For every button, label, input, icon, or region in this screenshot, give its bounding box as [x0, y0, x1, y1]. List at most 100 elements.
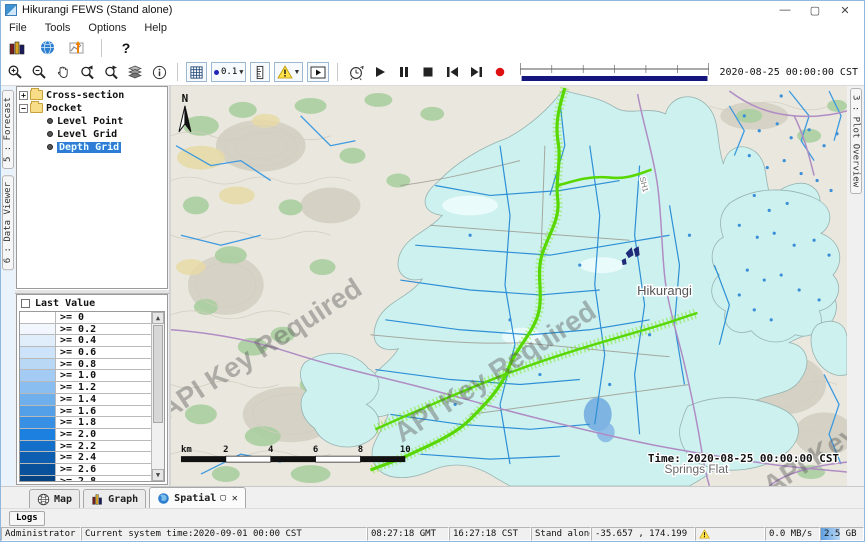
- status-coordinates: -35.657 , 174.199: [591, 527, 695, 541]
- tree-label-selected: Depth Grid: [57, 142, 121, 153]
- stop-button[interactable]: [418, 62, 438, 82]
- minimize-button[interactable]: —: [770, 4, 800, 16]
- menu-help[interactable]: Help: [144, 22, 167, 34]
- legend-row[interactable]: >= 2.0: [20, 429, 151, 441]
- collapse-icon[interactable]: −: [19, 104, 28, 113]
- legend-row[interactable]: >= 0.8: [20, 359, 151, 371]
- legend-label: >= 0.6: [56, 347, 96, 358]
- wire-globe-icon: [37, 493, 50, 506]
- tree-node-pocket[interactable]: − Pocket: [19, 102, 167, 114]
- tab-map[interactable]: Map: [29, 489, 80, 508]
- legend-swatch: [20, 417, 56, 428]
- map-globe-icon[interactable]: [37, 38, 57, 58]
- svg-text:4: 4: [268, 445, 273, 455]
- close-button[interactable]: ✕: [830, 4, 860, 17]
- animation-window-button[interactable]: [307, 62, 329, 82]
- scroll-down-icon[interactable]: ▼: [152, 469, 164, 481]
- maximize-button[interactable]: ▢: [800, 4, 830, 17]
- scroll-up-icon[interactable]: ▲: [152, 312, 164, 324]
- menu-options[interactable]: Options: [88, 22, 126, 34]
- legend-swatch: [20, 406, 56, 417]
- zoom-in-icon[interactable]: [5, 62, 25, 82]
- zoom-next-icon[interactable]: [101, 62, 121, 82]
- legend-label: >= 1.0: [56, 370, 96, 381]
- legend-swatch: [20, 382, 56, 393]
- legend-swatch: [20, 347, 56, 358]
- legend-row[interactable]: >= 0: [20, 312, 151, 324]
- tree-node-level-point[interactable]: Level Point: [45, 115, 167, 127]
- legend-row[interactable]: >= 2.4: [20, 452, 151, 464]
- legend-label: >= 0: [56, 312, 84, 323]
- svg-text:10: 10: [400, 445, 411, 455]
- threshold-dropdown[interactable]: 0.1▼: [211, 62, 246, 82]
- pan-hand-icon[interactable]: [53, 62, 73, 82]
- tab-forecast[interactable]: 5 : Forecast: [2, 90, 14, 169]
- tab-spatial[interactable]: Spatial ▢ ✕: [149, 487, 246, 508]
- pause-button[interactable]: [394, 62, 414, 82]
- svg-text:N: N: [182, 92, 189, 105]
- chevron-down-icon: ▼: [293, 69, 300, 76]
- menu-tools[interactable]: Tools: [45, 22, 71, 34]
- legend-swatch: [20, 359, 56, 370]
- tree-label: Level Point: [57, 116, 123, 127]
- help-button[interactable]: ?: [116, 38, 136, 58]
- legend-row[interactable]: >= 0.6: [20, 347, 151, 359]
- timeseries-icon[interactable]: [67, 38, 87, 58]
- legend-swatch: [20, 452, 56, 463]
- scale-ruler-button[interactable]: [250, 62, 270, 82]
- legend-row[interactable]: >= 0.2: [20, 324, 151, 336]
- legend-row[interactable]: >= 1.4: [20, 394, 151, 406]
- status-bar: Administrator Current system time:2020-0…: [1, 527, 864, 541]
- close-tab-icon[interactable]: ✕: [232, 493, 238, 504]
- step-back-button[interactable]: [442, 62, 462, 82]
- record-button[interactable]: [490, 62, 510, 82]
- tree-node-cross-section[interactable]: + Cross-section: [19, 89, 167, 101]
- tree-node-depth-grid[interactable]: Depth Grid: [45, 141, 167, 153]
- status-mode: Stand alone: [531, 527, 591, 541]
- legend-row[interactable]: >= 2.2: [20, 441, 151, 453]
- logs-button[interactable]: Logs: [9, 511, 45, 526]
- tab-data-viewer[interactable]: 6 : Data Viewer: [2, 175, 14, 270]
- tab-spatial-label: Spatial: [174, 493, 216, 504]
- map-toolbar: 0.1▼ ▼ 2020-08-25 00:00:00 CST: [1, 59, 864, 86]
- app-window: Hikurangi FEWS (Stand alone) — ▢ ✕ File …: [0, 0, 865, 542]
- warning-threshold-dropdown[interactable]: ▼: [274, 62, 303, 82]
- legend-scrollbar[interactable]: ▲ ▼: [151, 312, 164, 481]
- legend-row[interactable]: >= 2.6: [20, 464, 151, 476]
- scroll-thumb[interactable]: [153, 325, 163, 423]
- toolbar-separator: [101, 39, 102, 57]
- last-value-checkbox[interactable]: [21, 299, 30, 308]
- timer-settings-icon[interactable]: [346, 62, 366, 82]
- grid-display-button[interactable]: [186, 62, 207, 82]
- play-button[interactable]: [370, 62, 390, 82]
- expand-icon[interactable]: +: [19, 91, 28, 100]
- spatial-map[interactable]: API Key Required API Key Required API Ke…: [171, 86, 847, 486]
- legend-row[interactable]: >= 1.2: [20, 382, 151, 394]
- info-icon[interactable]: [149, 62, 169, 82]
- legend-row[interactable]: >= 2.8: [20, 476, 151, 482]
- tab-graph[interactable]: Graph: [83, 489, 146, 508]
- menu-file[interactable]: File: [9, 22, 27, 34]
- legend-swatch: [20, 370, 56, 381]
- status-memory: 2.5 GB: [820, 527, 864, 541]
- legend-swatch: [20, 429, 56, 440]
- tab-plot-overview[interactable]: 3 : Plot Overview: [850, 88, 862, 194]
- tree-label: Cross-section: [46, 90, 124, 101]
- zoom-out-icon[interactable]: [29, 62, 49, 82]
- status-warning[interactable]: [695, 527, 765, 541]
- legend-row[interactable]: >= 1.6: [20, 406, 151, 418]
- legend-row[interactable]: >= 0.4: [20, 335, 151, 347]
- layers-icon[interactable]: [125, 62, 145, 82]
- time-slider[interactable]: [518, 61, 711, 83]
- legend-row[interactable]: >= 1.8: [20, 417, 151, 429]
- layer-tree: + Cross-section − Pocket Level Point Lev…: [16, 86, 168, 289]
- app-logo-icon: [5, 4, 17, 16]
- step-forward-button[interactable]: [466, 62, 486, 82]
- legend-swatch: [20, 312, 56, 323]
- zoom-previous-icon[interactable]: [77, 62, 97, 82]
- legend-swatch: [20, 476, 56, 482]
- legend-row[interactable]: >= 1.0: [20, 370, 151, 382]
- tree-node-level-grid[interactable]: Level Grid: [45, 128, 167, 140]
- maximize-tab-icon[interactable]: ▢: [220, 493, 225, 503]
- explorer-icon[interactable]: [7, 38, 27, 58]
